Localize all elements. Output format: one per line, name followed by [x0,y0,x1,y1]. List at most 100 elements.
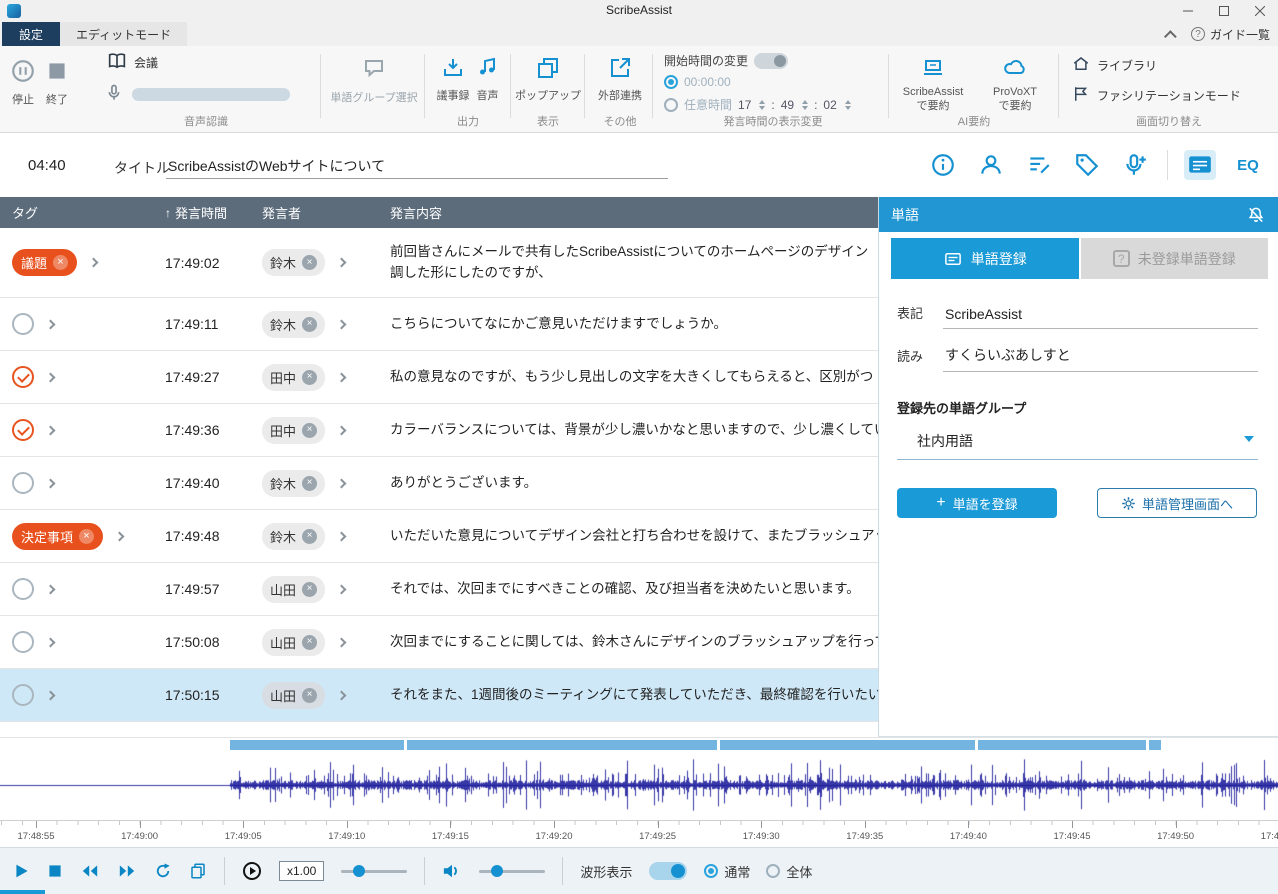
speaker-pill[interactable]: 鈴木× [262,311,325,338]
tag-circle-icon[interactable] [12,631,34,653]
popup-button[interactable]: ポップアップ [515,56,581,103]
check-icon[interactable] [12,366,34,388]
minimize-icon[interactable] [1170,0,1206,22]
remove-tag-icon[interactable]: × [79,529,94,544]
tab-unregistered-words[interactable]: ? 未登録単語登録 [1081,238,1269,279]
tag-circle-icon[interactable] [12,313,34,335]
audio-segment[interactable] [720,740,975,750]
remove-speaker-icon[interactable]: × [302,370,317,385]
speed-slider-thumb[interactable] [353,865,365,877]
reading-input[interactable]: すくらいぶあしすと [943,345,1258,372]
play-button[interactable] [14,862,30,880]
word-group-select-button[interactable]: 単語グループ選択 [328,46,420,133]
tag-circle-icon[interactable] [12,472,34,494]
notation-input[interactable]: ScribeAssist [943,306,1258,329]
speaker-chevron-icon[interactable] [337,637,347,647]
minute-stepper[interactable] [802,100,808,110]
title-input[interactable]: ScribeAssistのWebサイトについて [166,153,668,179]
audio-segment[interactable] [407,740,717,750]
expand-chevron-icon[interactable] [46,372,56,382]
speed-value[interactable]: x1.00 [279,861,324,881]
remove-speaker-icon[interactable]: × [302,255,317,270]
speaker-pill[interactable]: 田中× [262,417,325,444]
expand-chevron-icon[interactable] [46,319,56,329]
second-stepper[interactable] [845,100,851,110]
maximize-icon[interactable] [1206,0,1242,22]
audio-segment[interactable] [1149,740,1161,750]
speaker-chevron-icon[interactable] [337,372,347,382]
expand-chevron-icon[interactable] [46,584,56,594]
expand-chevron-icon[interactable] [115,531,125,541]
add-word-mic-icon[interactable] [1119,150,1151,180]
waveform-canvas[interactable] [0,750,1278,820]
audio-segment[interactable] [230,740,404,750]
speaker-chevron-icon[interactable] [337,425,347,435]
speaker-pill[interactable]: 山田× [262,576,325,603]
remove-speaker-icon[interactable]: × [302,317,317,332]
provoxt-summary-button[interactable]: ProVoXT で要約 [976,56,1054,114]
register-word-button[interactable]: + 単語を登録 [897,488,1057,518]
col-speaker[interactable]: 発言者 [262,203,390,222]
remove-tag-icon[interactable]: × [53,255,68,270]
time-second[interactable]: 02 [823,98,836,112]
info-icon[interactable] [927,150,959,180]
col-tag[interactable]: タグ [0,203,165,222]
scribeassist-summary-button[interactable]: ScribeAssist で要約 [894,56,972,114]
audio-export-button[interactable]: 音声 [476,56,500,103]
expand-chevron-icon[interactable] [46,425,56,435]
word-manage-button[interactable]: 単語管理画面へ [1097,488,1257,518]
speaker-chevron-icon[interactable] [337,584,347,594]
library-button[interactable]: ライブラリ [1072,55,1157,76]
speaker-chevron-icon[interactable] [337,319,347,329]
speaker-pill[interactable]: 山田× [262,682,325,709]
check-icon[interactable] [12,419,34,441]
remove-speaker-icon[interactable]: × [302,635,317,650]
speed-slider[interactable] [341,870,407,873]
expand-chevron-icon[interactable] [46,478,56,488]
hour-stepper[interactable] [759,100,765,110]
tag-badge[interactable]: 決定事項× [12,523,103,550]
external-link-button[interactable]: 外部連携 [598,56,642,103]
facilitation-mode-button[interactable]: ファシリテーションモード [1072,85,1241,106]
speaker-pill[interactable]: 鈴木× [262,523,325,550]
speaker-pill[interactable]: 山田× [262,629,325,656]
stop-button[interactable]: 停止 [10,58,36,133]
start-time-toggle[interactable] [754,53,788,69]
copy-icon[interactable] [189,862,207,880]
col-content[interactable]: 発言内容 [390,203,878,222]
waveform-toggle[interactable] [649,862,687,880]
speaker-pill[interactable]: 鈴木× [262,249,325,276]
audio-segment[interactable] [978,740,1146,750]
time-minute[interactable]: 49 [781,98,794,112]
speaker-pill[interactable]: 田中× [262,364,325,391]
expand-chevron-icon[interactable] [89,258,99,268]
repeat-icon[interactable] [154,862,172,880]
tab-edit-mode[interactable]: エディットモード [60,22,187,46]
tab-word-register[interactable]: 単語登録 [891,238,1079,279]
col-time[interactable]: ↑発言時間 [165,203,262,222]
remove-speaker-icon[interactable]: × [302,688,317,703]
word-panel-icon[interactable] [1184,150,1216,180]
any-time-radio[interactable] [664,98,678,112]
remove-speaker-icon[interactable]: × [302,476,317,491]
timeline[interactable]: 17:48:5517:49:0017:49:0517:49:1017:49:15… [0,820,1278,848]
time-zero-radio[interactable] [664,75,678,89]
volume-icon[interactable] [442,862,462,880]
search-eq-icon[interactable]: EQ [1232,150,1264,180]
normal-radio-option[interactable]: 通常 [704,862,750,881]
normal-radio[interactable] [704,864,718,878]
whole-radio[interactable] [766,864,780,878]
tag-circle-icon[interactable] [12,684,34,706]
tag-badge[interactable]: 議題× [12,249,77,276]
speaker-chevron-icon[interactable] [337,258,347,268]
tag-icon[interactable] [1071,150,1103,180]
volume-slider-thumb[interactable] [491,865,503,877]
speaker-edit-icon[interactable] [975,150,1007,180]
memo-icon[interactable] [1023,150,1055,180]
tag-circle-icon[interactable] [12,578,34,600]
end-button[interactable]: 終了 [44,58,70,133]
speaker-chevron-icon[interactable] [337,531,347,541]
volume-slider[interactable] [479,870,545,873]
expand-chevron-icon[interactable] [46,637,56,647]
speed-dial-icon[interactable] [242,861,262,881]
